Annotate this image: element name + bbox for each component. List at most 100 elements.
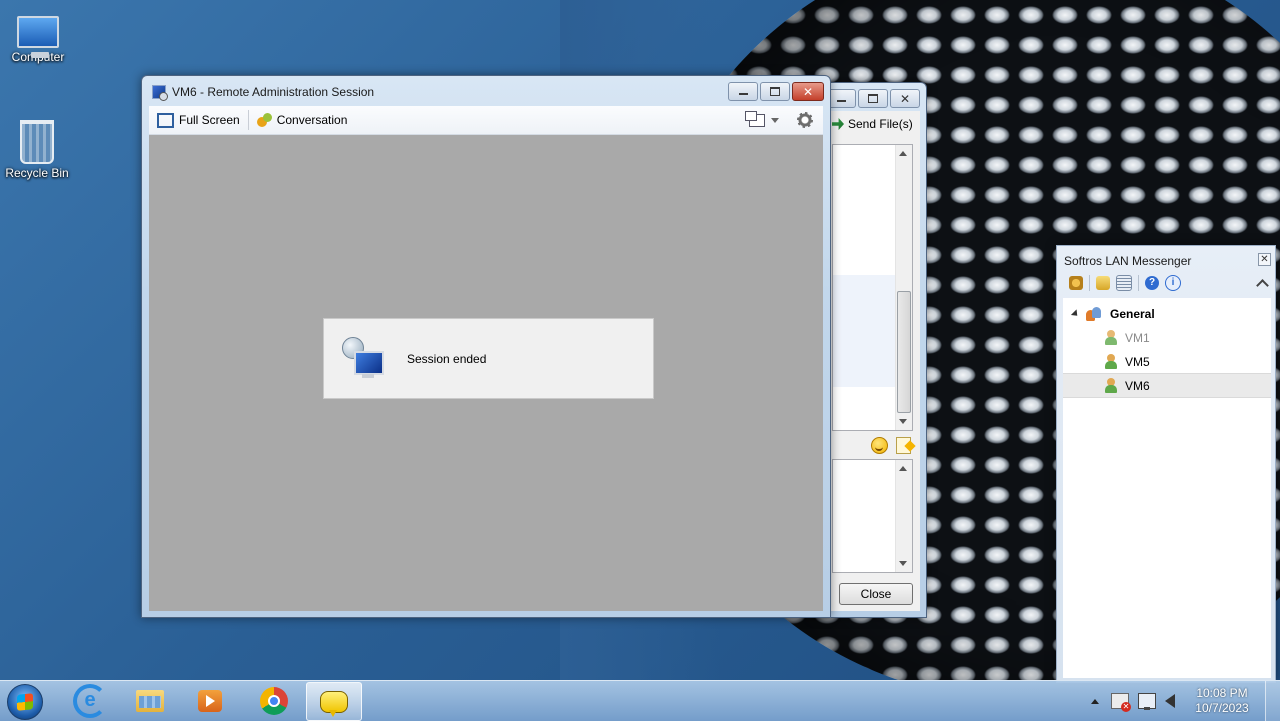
close-icon: ✕ <box>802 84 814 99</box>
scroll-up-arrow-icon[interactable] <box>899 151 907 156</box>
status-icon[interactable] <box>1069 276 1083 290</box>
lan-messenger-close-button[interactable]: ✕ <box>1258 253 1271 266</box>
lan-messenger-window: Softros LAN Messenger ✕ ? i General VM1 … <box>1056 245 1276 683</box>
messenger-speech-bubble-icon <box>320 690 348 717</box>
message-history-icon[interactable] <box>1116 275 1132 291</box>
scroll-thumb[interactable] <box>897 291 911 413</box>
chat-history-selection <box>833 275 895 387</box>
remote-screen-area[interactable]: Session ended <box>149 135 823 611</box>
send-file-icon <box>832 118 844 130</box>
media-player-icon <box>198 689 222 712</box>
conversation-button[interactable]: Conversation <box>249 109 356 131</box>
contact-name: VM6 <box>1125 378 1150 393</box>
maximize-icon <box>770 87 780 96</box>
toolbar-separator <box>1089 275 1090 291</box>
close-button[interactable]: ✕ <box>792 82 824 101</box>
help-icon[interactable]: ? <box>1145 276 1159 290</box>
maximize-icon <box>868 94 878 103</box>
contact-tree: General VM1 VM5 VM6 <box>1063 298 1271 678</box>
recycle-bin-icon <box>20 120 54 164</box>
taskbar-media-player[interactable] <box>183 682 237 719</box>
lan-messenger-title: Softros LAN Messenger <box>1064 254 1192 268</box>
expand-arrow-icon[interactable] <box>1070 308 1081 319</box>
user-icon <box>1105 330 1117 345</box>
taskbar-internet-explorer[interactable]: e <box>63 682 117 719</box>
close-icon: ✕ <box>1260 253 1269 265</box>
chat-window-caption-buttons: ✕ <box>826 89 920 108</box>
chat-close-caption-button[interactable]: ✕ <box>890 89 920 108</box>
taskbar-chrome[interactable] <box>247 682 301 719</box>
contact-name: VM1 <box>1125 330 1150 345</box>
format-note-icon[interactable] <box>896 436 911 454</box>
window-title-bar: VM6 - Remote Administration Session <box>152 85 375 101</box>
remote-admin-app-icon <box>152 85 168 101</box>
system-tray: 10:08 PM 10/7/2023 <box>1091 681 1280 721</box>
chat-message-input[interactable] <box>832 459 913 573</box>
send-files-button[interactable]: Send File(s) <box>832 117 913 131</box>
start-button[interactable] <box>7 684 43 720</box>
user-icon <box>1105 378 1117 393</box>
internet-explorer-icon: e <box>73 683 107 718</box>
clock-time: 10:08 PM <box>1196 686 1248 700</box>
toolbar-separator <box>1138 275 1139 291</box>
full-screen-label: Full Screen <box>179 113 240 127</box>
remote-admin-window: VM6 - Remote Administration Session ✕ Fu… <box>141 75 831 618</box>
group-general[interactable]: General <box>1063 302 1271 325</box>
chat-input-scrollbar[interactable] <box>895 460 912 572</box>
minimize-icon <box>738 93 748 95</box>
chevron-up-icon[interactable] <box>1256 278 1269 292</box>
conversation-label: Conversation <box>276 113 348 127</box>
monitors-icon[interactable] <box>745 110 765 127</box>
minimize-icon <box>836 100 846 102</box>
lan-messenger-toolbar: ? i <box>1063 271 1275 295</box>
info-icon[interactable]: i <box>1165 275 1181 291</box>
emoticon-icon[interactable] <box>871 436 888 454</box>
session-status-dialog: Session ended <box>323 318 654 399</box>
send-files-label: Send File(s) <box>848 117 913 131</box>
chat-window-client: Send File(s) Close <box>831 111 920 611</box>
action-center-flag-icon[interactable] <box>1111 693 1131 712</box>
taskbar: e 10:08 PM 10/7/2023 <box>0 680 1280 721</box>
open-folder-icon[interactable] <box>1096 276 1110 290</box>
chat-close-button[interactable]: Close <box>839 583 913 605</box>
settings-gear-icon[interactable] <box>797 112 813 128</box>
toolbar-right-group <box>745 110 823 128</box>
scroll-down-arrow-icon[interactable] <box>899 561 907 566</box>
volume-muted-icon[interactable] <box>1165 694 1175 708</box>
taskbar-softros-messenger[interactable] <box>306 682 362 721</box>
maximize-button[interactable] <box>760 82 790 101</box>
contact-item[interactable]: VM5 <box>1063 350 1271 373</box>
chat-input-toolbar <box>832 433 911 457</box>
session-toolbar: Full Screen Conversation <box>149 106 823 135</box>
recycle-bin-desktop-icon[interactable]: Recycle Bin <box>0 120 74 180</box>
clock-date: 10/7/2023 <box>1195 701 1249 715</box>
remote-computer-icon <box>342 336 386 381</box>
group-icon <box>1086 306 1102 321</box>
taskbar-file-explorer[interactable] <box>123 682 177 719</box>
minimize-button[interactable] <box>728 82 758 101</box>
session-status-message: Session ended <box>407 351 487 366</box>
scroll-up-arrow-icon[interactable] <box>899 466 907 471</box>
show-hidden-icons-arrow-icon[interactable] <box>1091 698 1099 704</box>
user-icon <box>1105 354 1117 369</box>
show-desktop-button[interactable] <box>1265 681 1280 721</box>
contact-item[interactable]: VM1 <box>1063 326 1271 349</box>
full-screen-icon <box>157 112 174 128</box>
clock[interactable]: 10:08 PM 10/7/2023 <box>1187 686 1257 716</box>
full-screen-button[interactable]: Full Screen <box>149 109 248 131</box>
computer-desktop-icon[interactable]: Computer <box>1 10 75 64</box>
contact-name: VM5 <box>1125 354 1150 369</box>
scroll-down-arrow-icon[interactable] <box>899 419 907 424</box>
folder-icon <box>136 689 164 712</box>
contact-item-selected[interactable]: VM6 <box>1063 373 1271 398</box>
conversation-icon <box>256 113 272 127</box>
recycle-bin-icon-label: Recycle Bin <box>5 166 69 180</box>
chat-history[interactable] <box>832 144 913 431</box>
chat-history-scrollbar[interactable] <box>895 145 912 430</box>
chat-maximize-button[interactable] <box>858 89 888 108</box>
close-icon: ✕ <box>899 91 911 106</box>
network-icon[interactable] <box>1138 693 1156 710</box>
group-label: General <box>1110 306 1155 321</box>
chevron-down-icon[interactable] <box>771 117 779 123</box>
window-title: VM6 - Remote Administration Session <box>172 85 375 99</box>
